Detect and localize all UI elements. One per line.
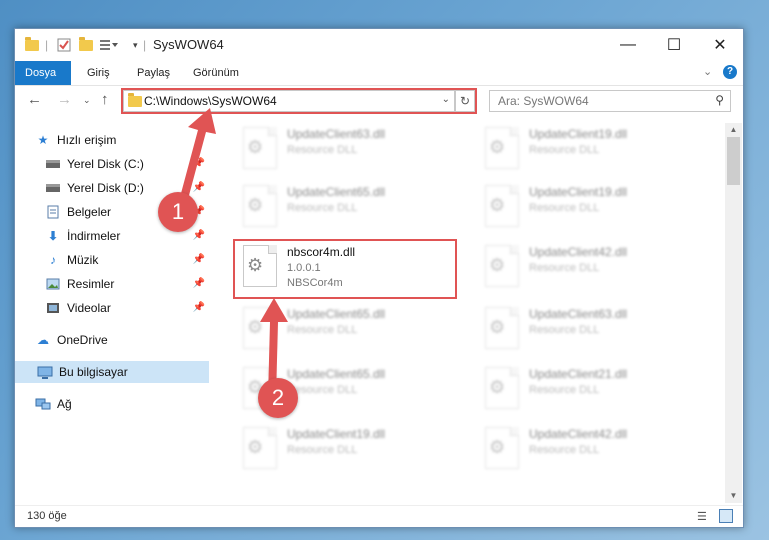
callout-badge-2: 2 <box>258 378 298 418</box>
callout-arrows <box>176 108 288 398</box>
callout-badge-1: 1 <box>158 192 198 232</box>
